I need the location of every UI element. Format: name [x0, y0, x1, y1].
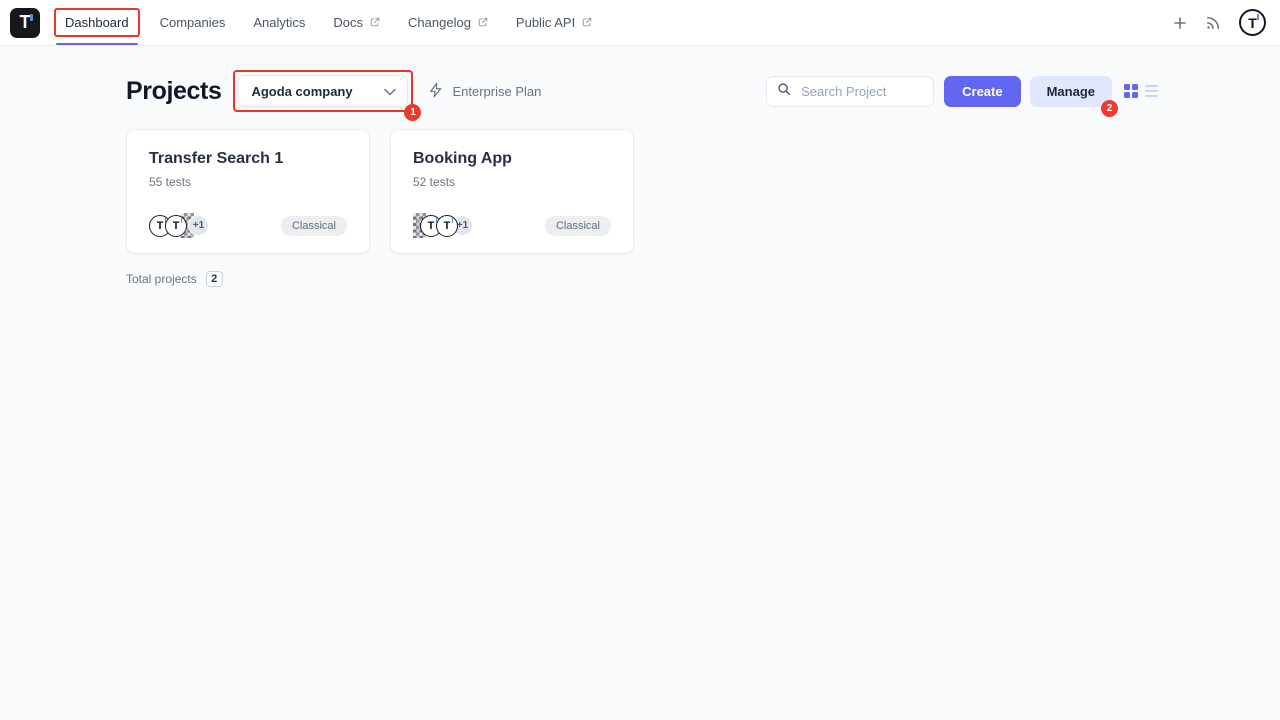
- search-icon: [777, 82, 791, 101]
- search-input[interactable]: [799, 83, 923, 100]
- search-project-box: [766, 76, 934, 107]
- projects-header-row: Projects Agoda company 1 Enterprise Plan: [126, 70, 1158, 112]
- nav-item-docs[interactable]: Docs: [319, 7, 394, 38]
- nav-item-dashboard-label: Dashboard: [65, 15, 129, 30]
- company-selector[interactable]: Agoda company: [238, 75, 408, 107]
- member-avatar: T: [436, 215, 458, 237]
- manage-button-wrap: Manage 2: [1030, 76, 1112, 107]
- company-selector-annotation-box: Agoda company 1: [233, 70, 413, 112]
- account-avatar-letter: T: [1248, 15, 1257, 31]
- project-title: Booking App: [413, 150, 611, 168]
- total-projects-count: 2: [206, 271, 223, 287]
- external-link-icon: [370, 17, 380, 27]
- project-card-footer: T T +1 Classical: [413, 213, 611, 238]
- feed-icon[interactable]: [1204, 14, 1222, 32]
- plan-indicator: Enterprise Plan: [428, 82, 541, 101]
- manage-button[interactable]: Manage: [1030, 76, 1112, 107]
- annotation-step-2-badge: 2: [1101, 100, 1118, 117]
- list-view-icon[interactable]: [1145, 85, 1158, 98]
- nav-items: Dashboard Companies Analytics Docs Chang…: [53, 7, 606, 38]
- project-type-badge: Classical: [545, 216, 611, 236]
- create-button[interactable]: Create: [944, 76, 1020, 107]
- project-tests-count: 52 tests: [413, 175, 611, 189]
- project-card-footer: T T +1 Classical: [149, 213, 347, 238]
- project-card-booking-app[interactable]: Booking App 52 tests T T +1 Classical: [390, 129, 634, 254]
- chevron-down-icon: [384, 84, 396, 99]
- plus-icon[interactable]: [1173, 16, 1187, 30]
- project-cards: Transfer Search 1 55 tests T T +1 Classi…: [126, 129, 1158, 254]
- active-tab-underline: [56, 43, 138, 45]
- top-nav: T Dashboard Companies Analytics Docs Cha…: [0, 0, 1280, 46]
- main-content: Projects Agoda company 1 Enterprise Plan: [0, 46, 1280, 287]
- lightning-bolt-icon: [428, 82, 444, 101]
- member-avatars: T T +1: [413, 213, 473, 238]
- nav-item-changelog[interactable]: Changelog: [394, 7, 502, 38]
- external-link-icon: [478, 17, 488, 27]
- external-link-icon: [582, 17, 592, 27]
- account-avatar[interactable]: T: [1239, 9, 1266, 36]
- member-avatar: T: [165, 215, 187, 237]
- project-tests-count: 55 tests: [149, 175, 347, 189]
- app-logo[interactable]: T: [10, 8, 40, 38]
- page-title: Projects: [126, 77, 221, 106]
- members-overflow-badge: +1: [188, 215, 209, 236]
- nav-right-actions: T: [1173, 9, 1266, 36]
- project-type-badge: Classical: [281, 216, 347, 236]
- annotation-step-1-badge: 1: [404, 104, 421, 121]
- member-avatars: T T +1: [149, 213, 209, 238]
- nav-item-dashboard[interactable]: Dashboard: [54, 8, 140, 37]
- plan-label: Enterprise Plan: [452, 84, 541, 99]
- total-projects-row: Total projects 2: [126, 271, 1158, 287]
- app-logo-letter: T: [20, 12, 31, 33]
- project-card-transfer-search-1[interactable]: Transfer Search 1 55 tests T T +1 Classi…: [126, 129, 370, 254]
- nav-item-analytics[interactable]: Analytics: [239, 7, 319, 38]
- grid-view-icon[interactable]: [1124, 84, 1138, 98]
- project-title: Transfer Search 1: [149, 150, 347, 168]
- total-projects-label: Total projects: [126, 272, 197, 286]
- view-toggle: [1124, 84, 1158, 98]
- nav-item-companies[interactable]: Companies: [146, 7, 240, 38]
- company-selector-value: Agoda company: [251, 84, 352, 99]
- nav-item-public-api[interactable]: Public API: [502, 7, 606, 38]
